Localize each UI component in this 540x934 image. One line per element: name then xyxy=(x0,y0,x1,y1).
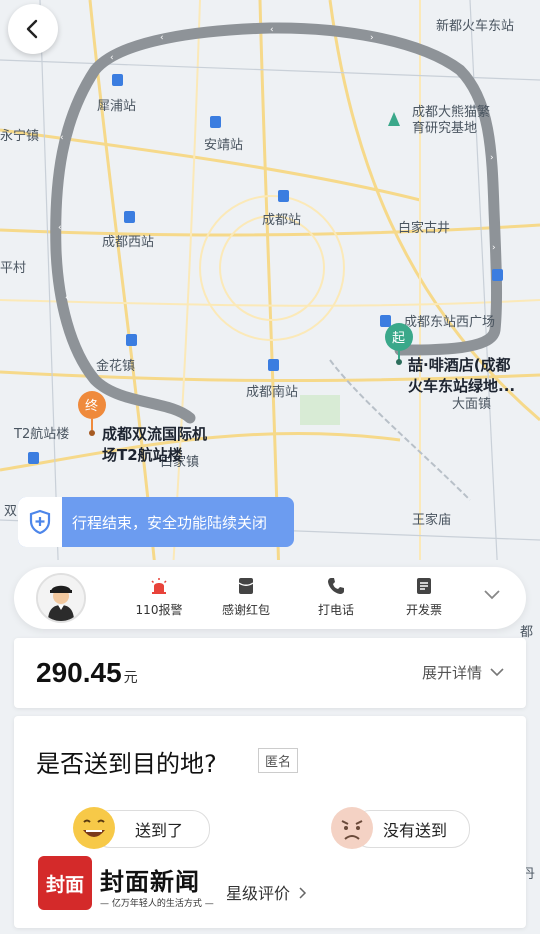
expand-details-button[interactable]: 展开详情 xyxy=(422,662,504,683)
watermark-logo: 封面 xyxy=(38,856,92,910)
end-poi-line1: 成都双流国际机 xyxy=(102,425,207,443)
map-label: 王家庙 xyxy=(412,512,451,528)
map-label: 育研究基地 xyxy=(412,120,477,136)
star-rating-label: 星级评价 xyxy=(226,884,291,903)
happy-face-icon xyxy=(72,806,116,850)
action-toolbar: 110报警 感谢红包 打电话 开发票 xyxy=(14,567,526,629)
shield-icon xyxy=(18,497,62,547)
svg-text:›: › xyxy=(370,33,374,43)
red-envelope-icon xyxy=(206,575,286,597)
map-label: 安靖站 xyxy=(204,138,243,153)
map-label: 新都火车东站 xyxy=(436,18,514,34)
star-rating-link[interactable]: 星级评价 xyxy=(226,880,307,904)
svg-text:‹: ‹ xyxy=(270,25,274,35)
arrival-question-card: 是否送到目的地? 匿名 送到了 没有送到 封面 封面新闻 — 亿万年轻人的生活方… xyxy=(14,716,526,928)
fare-card: 290.45 元 展开详情 xyxy=(14,638,526,708)
fare-unit: 元 xyxy=(123,670,138,686)
end-poi-line2: 场T2航站楼 xyxy=(102,446,183,464)
thank-envelope-label: 感谢红包 xyxy=(221,603,270,617)
map-label: 成都南站 xyxy=(246,384,298,400)
safety-banner[interactable]: 行程结束，安全功能陆续关闭 xyxy=(18,497,294,547)
svg-text:‹: ‹ xyxy=(60,133,64,143)
watermark-name: 封面新闻 xyxy=(100,867,200,896)
map-label: T2航站楼 xyxy=(13,426,69,442)
chevron-left-icon xyxy=(26,19,38,39)
svg-text:起: 起 xyxy=(392,331,405,346)
map-label: 成都东站西广场 xyxy=(404,315,495,330)
anonymous-badge[interactable]: 匿名 xyxy=(258,748,299,773)
chevron-down-icon xyxy=(490,668,504,677)
map-label: 成都大熊猫繁 xyxy=(412,104,490,120)
invoice-label: 开发票 xyxy=(405,603,442,617)
sad-face-icon xyxy=(330,806,374,850)
call-button[interactable]: 打电话 xyxy=(296,575,376,618)
alarm-110-button[interactable]: 110报警 xyxy=(119,575,199,618)
chevron-down-icon xyxy=(484,590,500,600)
svg-text:›: › xyxy=(492,243,496,253)
map-label: 金花镇 xyxy=(96,358,135,374)
map-label: 白家古井 xyxy=(398,220,450,236)
phone-icon xyxy=(296,575,376,597)
banner-text: 行程结束，安全功能陆续关闭 xyxy=(72,513,268,532)
svg-text:‹: ‹ xyxy=(58,223,62,233)
svg-text:‹: ‹ xyxy=(110,53,114,63)
map-label: 永宁镇 xyxy=(0,128,39,144)
question-title: 是否送到目的地? xyxy=(36,750,217,778)
map-label: 平村 xyxy=(0,261,26,276)
expand-details-label: 展开详情 xyxy=(421,664,482,682)
map-label: 大面镇 xyxy=(452,397,491,412)
svg-text:›: › xyxy=(490,153,494,163)
start-poi-line2: 火车东站绿地... xyxy=(408,377,515,395)
map-label: 犀浦站 xyxy=(97,99,136,114)
invoice-button[interactable]: 开发票 xyxy=(384,575,464,618)
map-label: 成都站 xyxy=(262,213,301,228)
driver-avatar[interactable] xyxy=(36,573,86,623)
map-label: 双 xyxy=(4,504,17,519)
fare-amount: 290.45 元 xyxy=(36,657,138,688)
not-arrived-label: 没有送到 xyxy=(383,821,448,840)
svg-text:‹: ‹ xyxy=(160,33,164,43)
toolbar-expand-button[interactable] xyxy=(484,587,500,605)
thank-envelope-button[interactable]: 感谢红包 xyxy=(206,575,286,618)
arrived-label: 送到了 xyxy=(135,821,184,840)
alarm-icon xyxy=(119,575,199,597)
svg-text:终: 终 xyxy=(85,398,98,414)
chevron-right-icon xyxy=(299,887,307,899)
alarm-110-label: 110报警 xyxy=(135,603,183,617)
watermark-slogan: — 亿万年轻人的生活方式 — xyxy=(100,899,214,909)
svg-text:‹: ‹ xyxy=(65,293,69,303)
call-label: 打电话 xyxy=(317,603,354,617)
start-poi-line1: 喆·啡酒店(成都 xyxy=(408,356,511,374)
back-button[interactable] xyxy=(8,4,58,54)
invoice-icon xyxy=(384,575,464,597)
map-label: 成都西站 xyxy=(102,235,154,250)
